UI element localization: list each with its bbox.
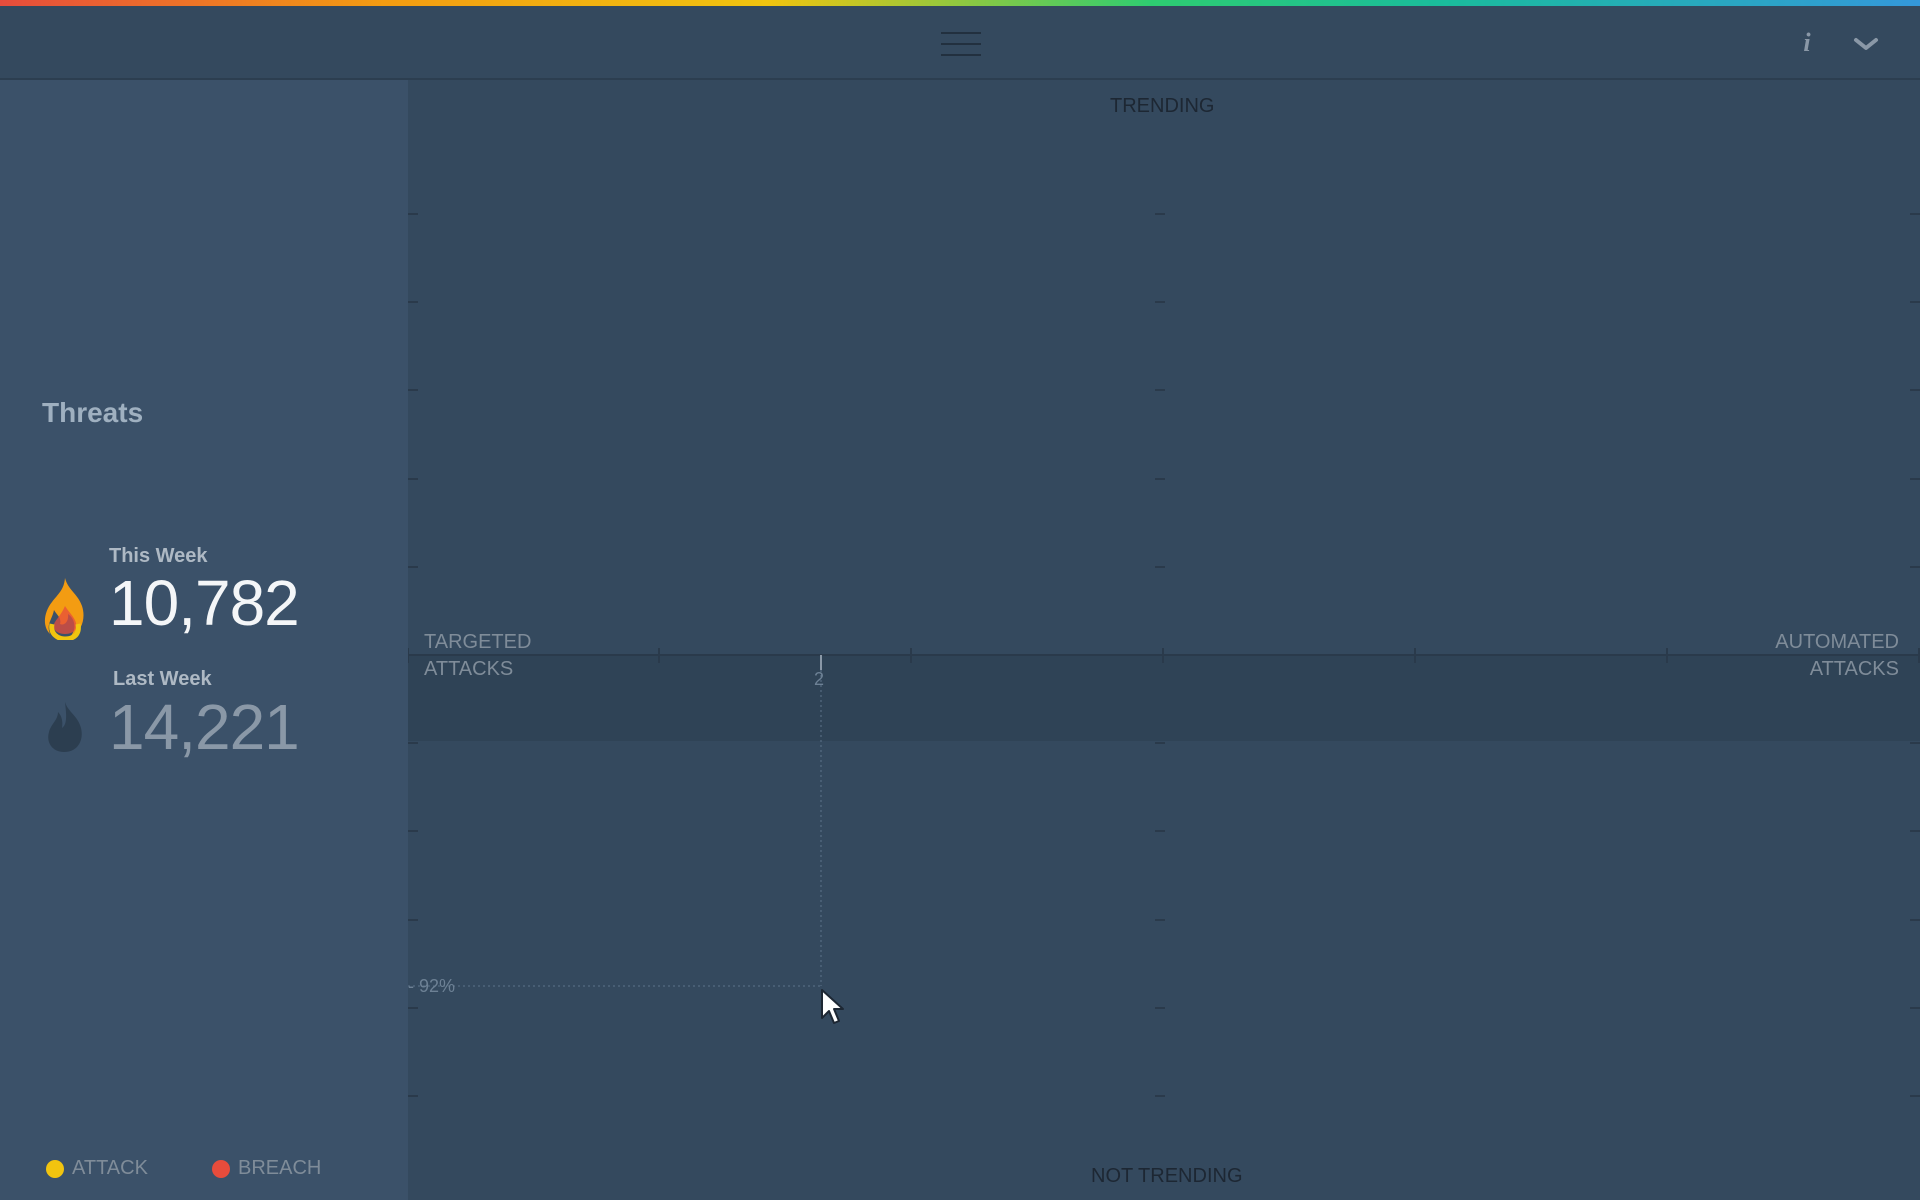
chevron-down-icon[interactable] [1852,32,1880,56]
targeted-label-line2: ATTACKS [424,658,514,680]
legend-breach-label: BREACH [238,1157,322,1179]
threats-title: Threats [42,397,144,428]
sidebar [0,80,408,1200]
breach-dot-icon [212,1159,230,1178]
mouse-pointer-icon [821,989,844,1024]
legend-attack[interactable]: ATTACK [46,1157,148,1180]
this-week-label: This Week [109,545,208,567]
flame-icon [44,578,84,640]
targeted-label-line1: TARGETED [424,631,532,653]
info-icon[interactable]: i [1797,28,1817,58]
axis-band [408,655,1920,741]
this-week-count: 10,782 [109,567,300,639]
automated-attacks-label: AUTOMATED ATTACKS [1775,629,1899,683]
automated-label-line1: AUTOMATED [1775,631,1899,653]
trending-label: TRENDING [1110,95,1215,117]
threat-quadrant-chart[interactable]: TRENDING NOT TRENDING TARGETED ATTACKS A… [408,80,1920,1200]
hover-x-value: 2 [814,669,825,689]
quadrant-grid [408,213,1920,1097]
flame-icon [48,702,82,752]
hover-y-value: - 92% [408,976,456,996]
targeted-attacks-label: TARGETED ATTACKS [424,629,531,683]
last-week-label: Last Week [113,668,212,690]
top-bar: i [0,6,1920,80]
attack-dot-icon [46,1159,64,1178]
hamburger-menu-icon[interactable] [941,32,981,58]
last-week-count: 14,221 [109,691,300,763]
automated-label-line2: ATTACKS [1809,658,1899,680]
legend-attack-label: ATTACK [72,1157,148,1179]
not-trending-label: NOT TRENDING [1091,1165,1243,1187]
legend-breach[interactable]: BREACH [212,1157,321,1180]
